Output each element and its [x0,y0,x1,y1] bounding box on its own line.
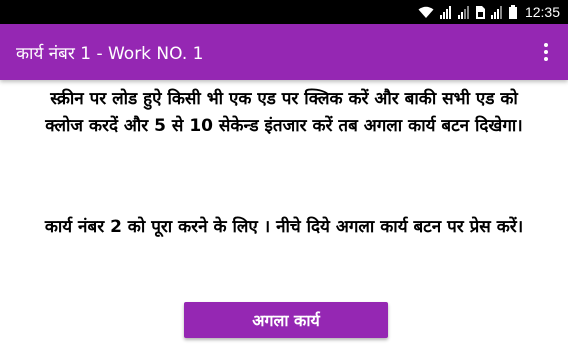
signal-icon [457,5,470,19]
instruction-text: स्क्रीन पर लोड हुऐ किसी भी एक एड पर क्लि… [0,86,568,140]
battery-icon [508,5,517,19]
app-title: कार्य नंबर 1 - Work NO. 1 [16,43,204,64]
overflow-menu-icon[interactable] [534,40,558,64]
signal-icon [490,5,503,19]
status-bar: 12:35 [0,0,568,24]
instruction-line-1: स्क्रीन पर लोड हुऐ किसी भी एक एड पर क्लि… [50,89,518,109]
next-task-button[interactable]: अगला कार्य [184,302,388,338]
app-bar: कार्य नंबर 1 - Work NO. 1 [0,24,568,80]
wifi-icon [418,6,434,19]
status-time: 12:35 [524,4,560,20]
next-task-note: कार्य नंबर 2 को पूरा करने के लिए । नीचे … [44,217,524,237]
signal-icon [439,5,452,19]
sim-icon [475,5,485,19]
instruction-line-2: क्लोज करदें और 5 से 10 सेकेन्ड इंतजार कर… [45,116,523,136]
